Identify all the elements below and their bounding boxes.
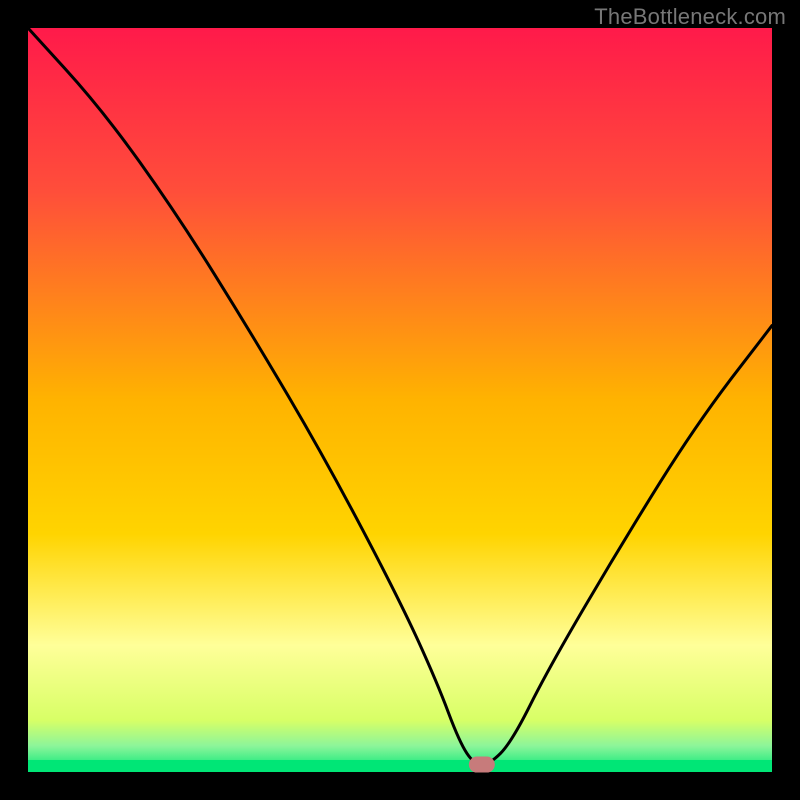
- watermark-text: TheBottleneck.com: [594, 4, 786, 30]
- chart-container: TheBottleneck.com: [0, 0, 800, 800]
- optimal-marker: [469, 757, 495, 773]
- bottleneck-chart: [0, 0, 800, 800]
